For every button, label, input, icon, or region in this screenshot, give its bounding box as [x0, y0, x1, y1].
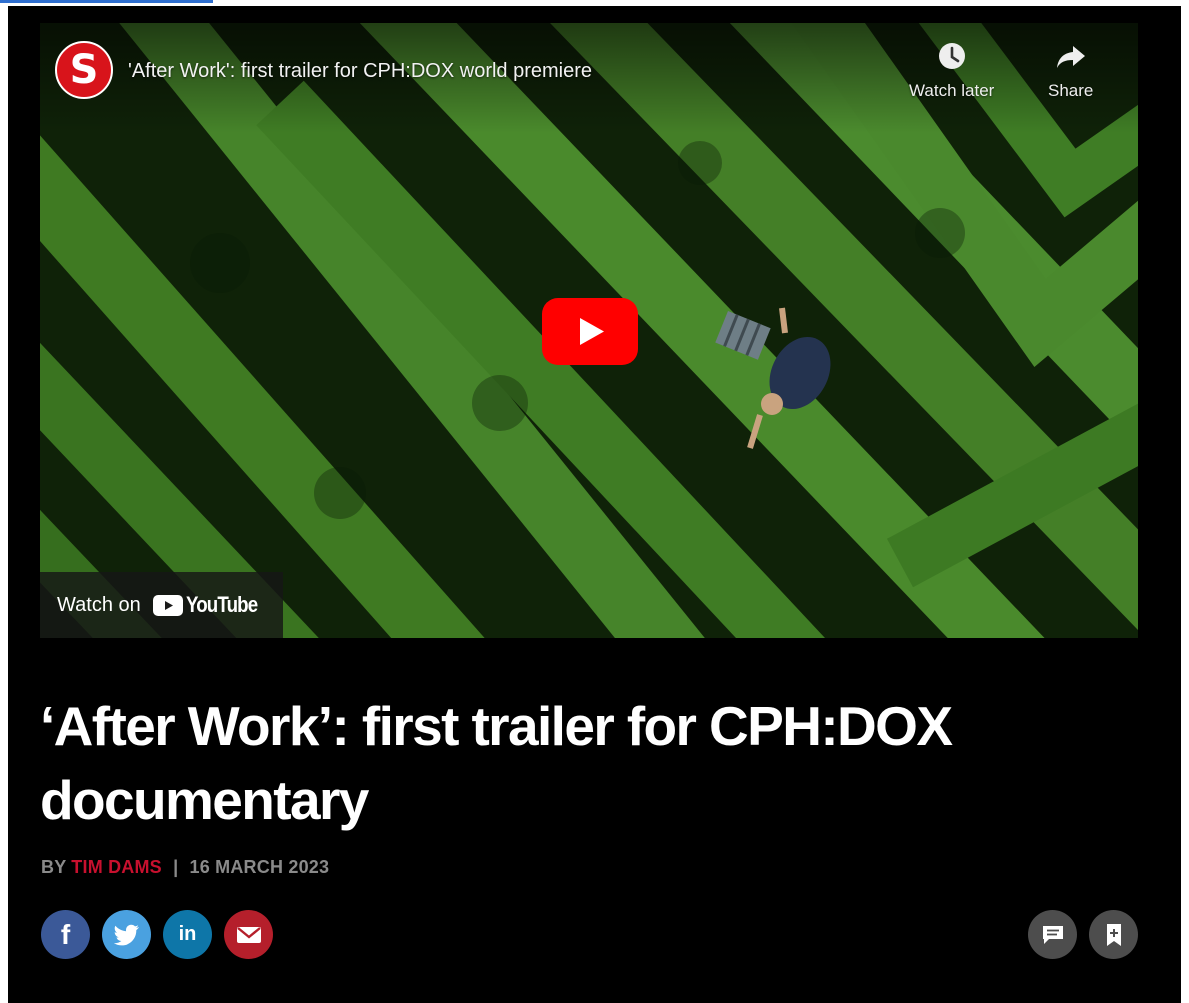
comment-icon: [1042, 925, 1063, 944]
bookmark-button[interactable]: [1089, 910, 1138, 959]
linkedin-share-button[interactable]: in: [163, 910, 212, 959]
share-label: Share: [1048, 81, 1094, 100]
headline-line-1: ‘After Work’: first trailer for CPH:DOX: [40, 695, 953, 757]
watch-on-youtube-button[interactable]: Watch on YouTube: [40, 572, 283, 638]
twitter-share-button[interactable]: [102, 910, 151, 959]
email-share-button[interactable]: [224, 910, 273, 959]
byline-by-label: BY: [41, 857, 67, 877]
bookmark-add-icon: [1106, 923, 1121, 946]
youtube-logo: YouTube: [152, 592, 270, 618]
share-button[interactable]: Share: [1048, 41, 1093, 101]
top-accent-line: [0, 0, 213, 3]
twitter-bird-icon: [113, 924, 139, 945]
facebook-icon: f: [60, 918, 71, 950]
author-link[interactable]: TIM DAMS: [71, 857, 162, 877]
channel-logo[interactable]: S: [55, 41, 113, 99]
watch-later-label: Watch later: [909, 81, 995, 100]
share-arrow-icon: [1056, 46, 1085, 68]
watch-later-button[interactable]: Watch later: [909, 41, 994, 101]
envelope-icon: [236, 926, 261, 943]
clock-icon: [938, 43, 965, 69]
article-page: S 'After Work': first trailer for CPH:DO…: [8, 6, 1181, 1003]
youtube-wordmark: YouTube: [185, 592, 258, 617]
publish-date: 16 MARCH 2023: [189, 857, 330, 877]
video-player[interactable]: S 'After Work': first trailer for CPH:DO…: [40, 23, 1138, 638]
comments-button[interactable]: [1028, 910, 1077, 959]
linkedin-icon: in: [178, 923, 197, 945]
byline: BY TIM DAMS | 16 MARCH 2023: [41, 857, 329, 878]
youtube-play-icon: [542, 298, 638, 365]
article-headline: ‘After Work’: first trailer for CPH:DOX …: [40, 689, 1100, 837]
play-button[interactable]: [542, 298, 638, 365]
channel-logo-letter: S: [69, 47, 99, 93]
headline-line-2: documentary: [40, 769, 369, 831]
article-actions: [1028, 910, 1138, 959]
youtube-logo-icon: [152, 594, 183, 616]
social-share-buttons: f in: [41, 910, 273, 959]
byline-separator: |: [173, 857, 179, 877]
video-title[interactable]: 'After Work': first trailer for CPH:DOX …: [128, 60, 592, 83]
watch-on-label: Watch on: [57, 593, 141, 616]
facebook-share-button[interactable]: f: [41, 910, 90, 959]
